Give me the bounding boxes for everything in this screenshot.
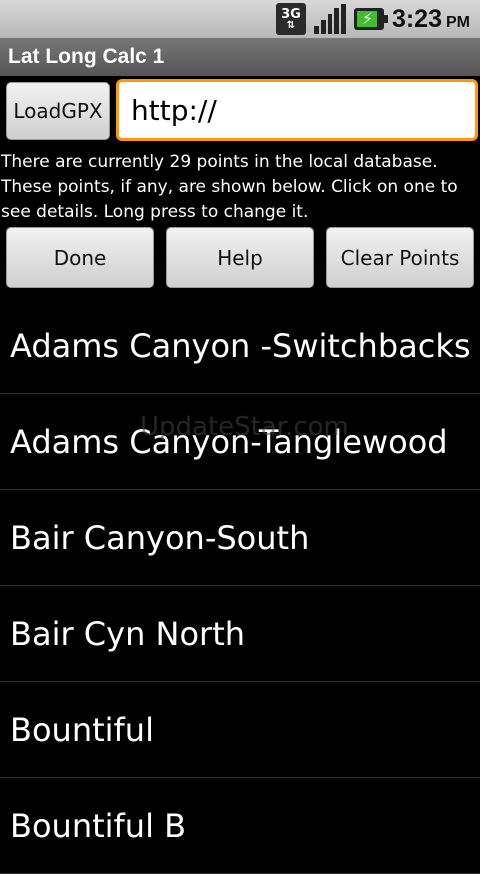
clear-points-button[interactable]: Clear Points [326, 227, 474, 288]
help-button[interactable]: Help [166, 227, 314, 288]
done-button[interactable]: Done [6, 227, 154, 288]
status-bar: 3G ⇅ ⚡ 3:23 PM [0, 0, 480, 38]
network-type-label: 3G [281, 6, 301, 22]
app-title-bar: Lat Long Calc 1 [0, 38, 480, 76]
status-clock: 3:23 PM [392, 5, 470, 34]
url-input[interactable] [116, 79, 478, 141]
data-arrows-icon: ⇅ [286, 19, 296, 31]
list-item[interactable]: Bountiful B [0, 778, 480, 874]
status-ampm: PM [446, 13, 470, 31]
list-item[interactable]: Bair Cyn North [0, 586, 480, 682]
3g-data-icon: 3G ⇅ [275, 3, 306, 35]
info-text: There are currently 29 points in the loc… [1, 152, 458, 222]
signal-icon [313, 4, 346, 34]
list-item[interactable]: Bair Canyon-South [0, 490, 480, 586]
list-item[interactable]: Adams Canyon-Tanglewood [0, 394, 480, 490]
points-list: Adams Canyon -Switchbacks Adams Canyon-T… [0, 298, 480, 874]
load-gpx-button[interactable]: LoadGPX [6, 82, 110, 140]
charging-bolt-icon: ⚡ [361, 9, 374, 28]
app-title: Lat Long Calc 1 [8, 45, 165, 68]
list-item[interactable]: Adams Canyon -Switchbacks [0, 298, 480, 394]
status-time: 3:23 [391, 4, 442, 33]
list-item[interactable]: Bountiful [0, 682, 480, 778]
battery-charging-icon: ⚡ [353, 8, 388, 30]
